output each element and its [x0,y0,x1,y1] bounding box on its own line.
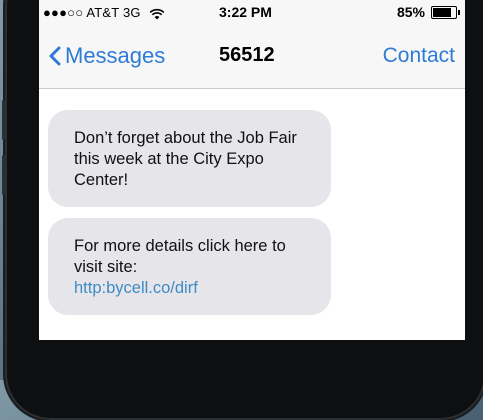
volume-button [2,100,5,140]
battery-fill [433,7,452,17]
carrier-label: ●●●○○ AT&T 3G [43,5,141,20]
message-bubble: Don’t forget about the Job Fair this wee… [48,110,331,207]
message-text: For more details click here to visit sit… [74,237,286,276]
carrier-signal: ●●●○○ AT&T 3G [43,5,165,20]
battery-status: 85% [396,4,460,20]
wifi-icon [149,8,164,20]
phone-frame: ●●●○○ AT&T 3G 3:22 PM 85% Messages 56512… [2,0,483,420]
volume-button [2,155,5,195]
message-bubble: For more details click here to visit sit… [48,218,331,315]
navigation-bar: Messages 56512 Contact [39,24,465,89]
conversation-title: 56512 [219,44,275,66]
battery-icon [431,5,460,19]
status-bar: ●●●○○ AT&T 3G 3:22 PM 85% [39,0,465,24]
battery-percent: 85% [396,4,425,20]
status-time: 3:22 PM [219,4,272,20]
back-button[interactable]: Messages [49,43,165,69]
message-thread: Don’t forget about the Job Fair this wee… [39,89,465,315]
back-label: Messages [65,43,166,68]
contact-button[interactable]: Contact [383,44,455,68]
message-text: Don’t forget about the Job Fair this wee… [74,129,297,189]
message-link[interactable]: http:bycell.co/dirf [74,279,198,297]
phone-screen: ●●●○○ AT&T 3G 3:22 PM 85% Messages 56512… [39,0,465,340]
chevron-left-icon [49,46,61,66]
